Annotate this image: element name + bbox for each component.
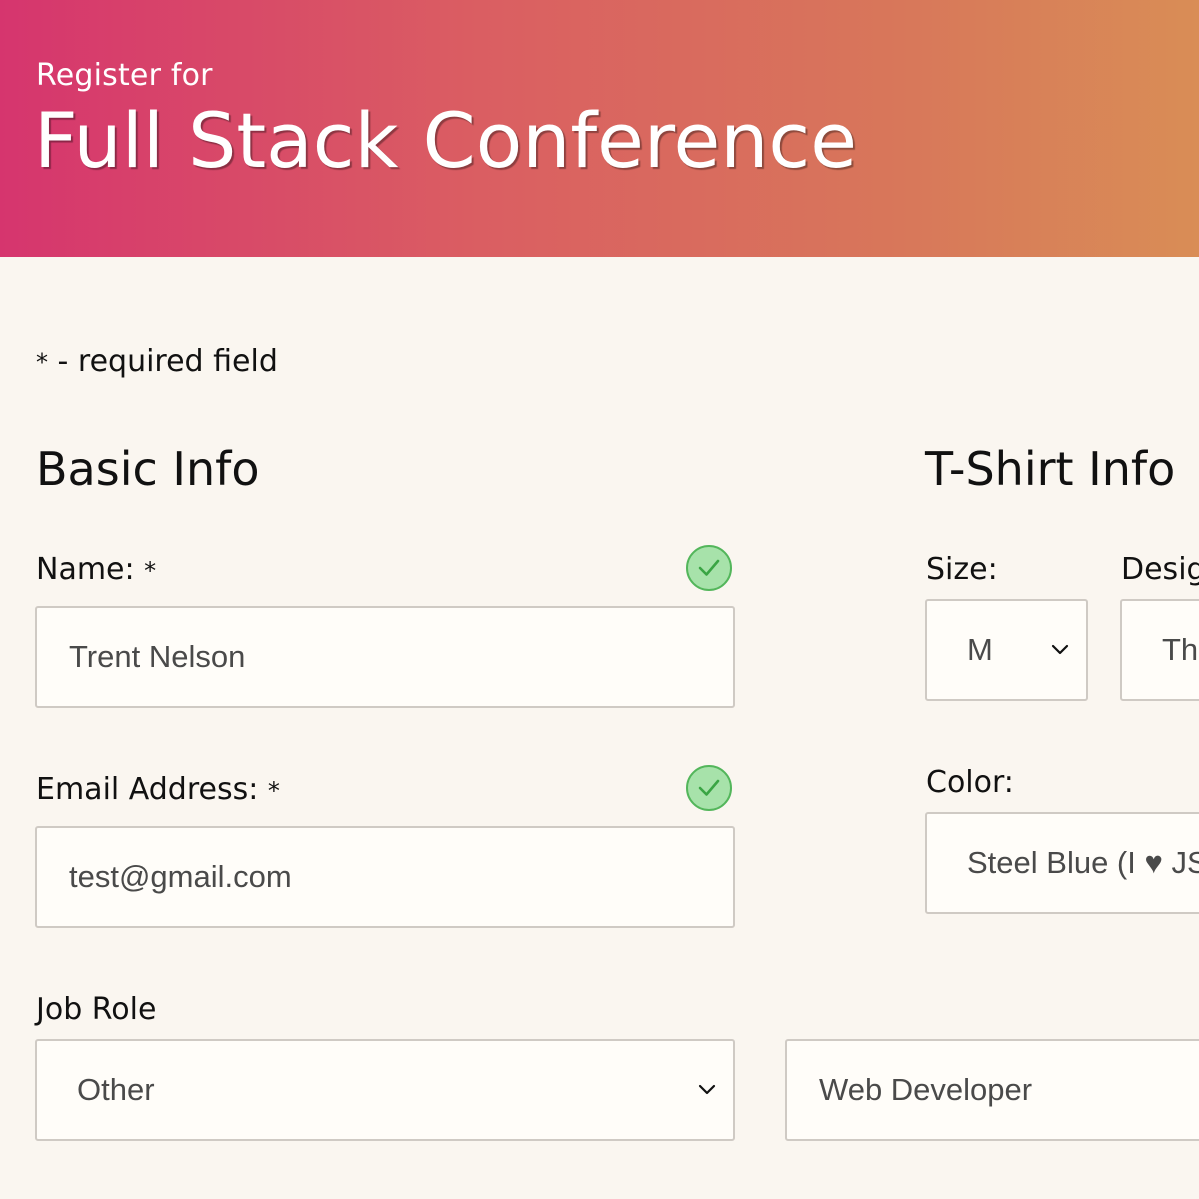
- basic-info-heading: Basic Info: [36, 442, 260, 496]
- check-circle-icon: [686, 765, 732, 811]
- design-select[interactable]: Th: [1120, 599, 1199, 701]
- name-label: Name: *: [36, 552, 156, 587]
- job-role-selected: Other: [77, 1072, 155, 1107]
- required-field-note: * - required field: [36, 344, 278, 379]
- page-header: Register for Full Stack Conference: [0, 0, 1199, 257]
- job-role-select[interactable]: Other: [35, 1039, 735, 1141]
- name-input-value: Trent Nelson: [69, 639, 246, 674]
- other-job-role-input[interactable]: Web Developer: [785, 1039, 1199, 1141]
- size-selected: M: [967, 632, 993, 667]
- color-select[interactable]: Steel Blue (I ♥ JS: [925, 812, 1199, 914]
- email-field[interactable]: test@gmail.com: [35, 826, 735, 928]
- other-job-role-value: Web Developer: [819, 1072, 1033, 1107]
- email-label: Email Address: *: [36, 772, 280, 807]
- required-note-text: - required field: [48, 344, 278, 379]
- design-label: Desig: [1121, 552, 1199, 587]
- size-select[interactable]: M: [925, 599, 1088, 701]
- required-star: *: [267, 777, 280, 805]
- required-star: *: [144, 557, 157, 585]
- name-label-text: Name:: [36, 552, 145, 587]
- job-role-label: Job Role: [36, 992, 157, 1027]
- chevron-down-icon: [1051, 644, 1069, 655]
- color-label: Color:: [926, 765, 1014, 800]
- tshirt-info-heading: T-Shirt Info: [925, 442, 1176, 496]
- color-selected: Steel Blue (I ♥ JS: [967, 845, 1199, 880]
- required-star: *: [36, 348, 48, 377]
- name-input[interactable]: Trent Nelson: [35, 606, 735, 708]
- design-selected: Th: [1162, 632, 1199, 667]
- email-field-value: test@gmail.com: [69, 859, 292, 894]
- size-label: Size:: [926, 552, 998, 587]
- chevron-down-icon: [698, 1084, 716, 1095]
- header-subtitle: Register for: [36, 58, 213, 93]
- page-title: Full Stack Conference: [34, 96, 857, 185]
- check-circle-icon: [686, 545, 732, 591]
- email-label-text: Email Address:: [36, 772, 268, 807]
